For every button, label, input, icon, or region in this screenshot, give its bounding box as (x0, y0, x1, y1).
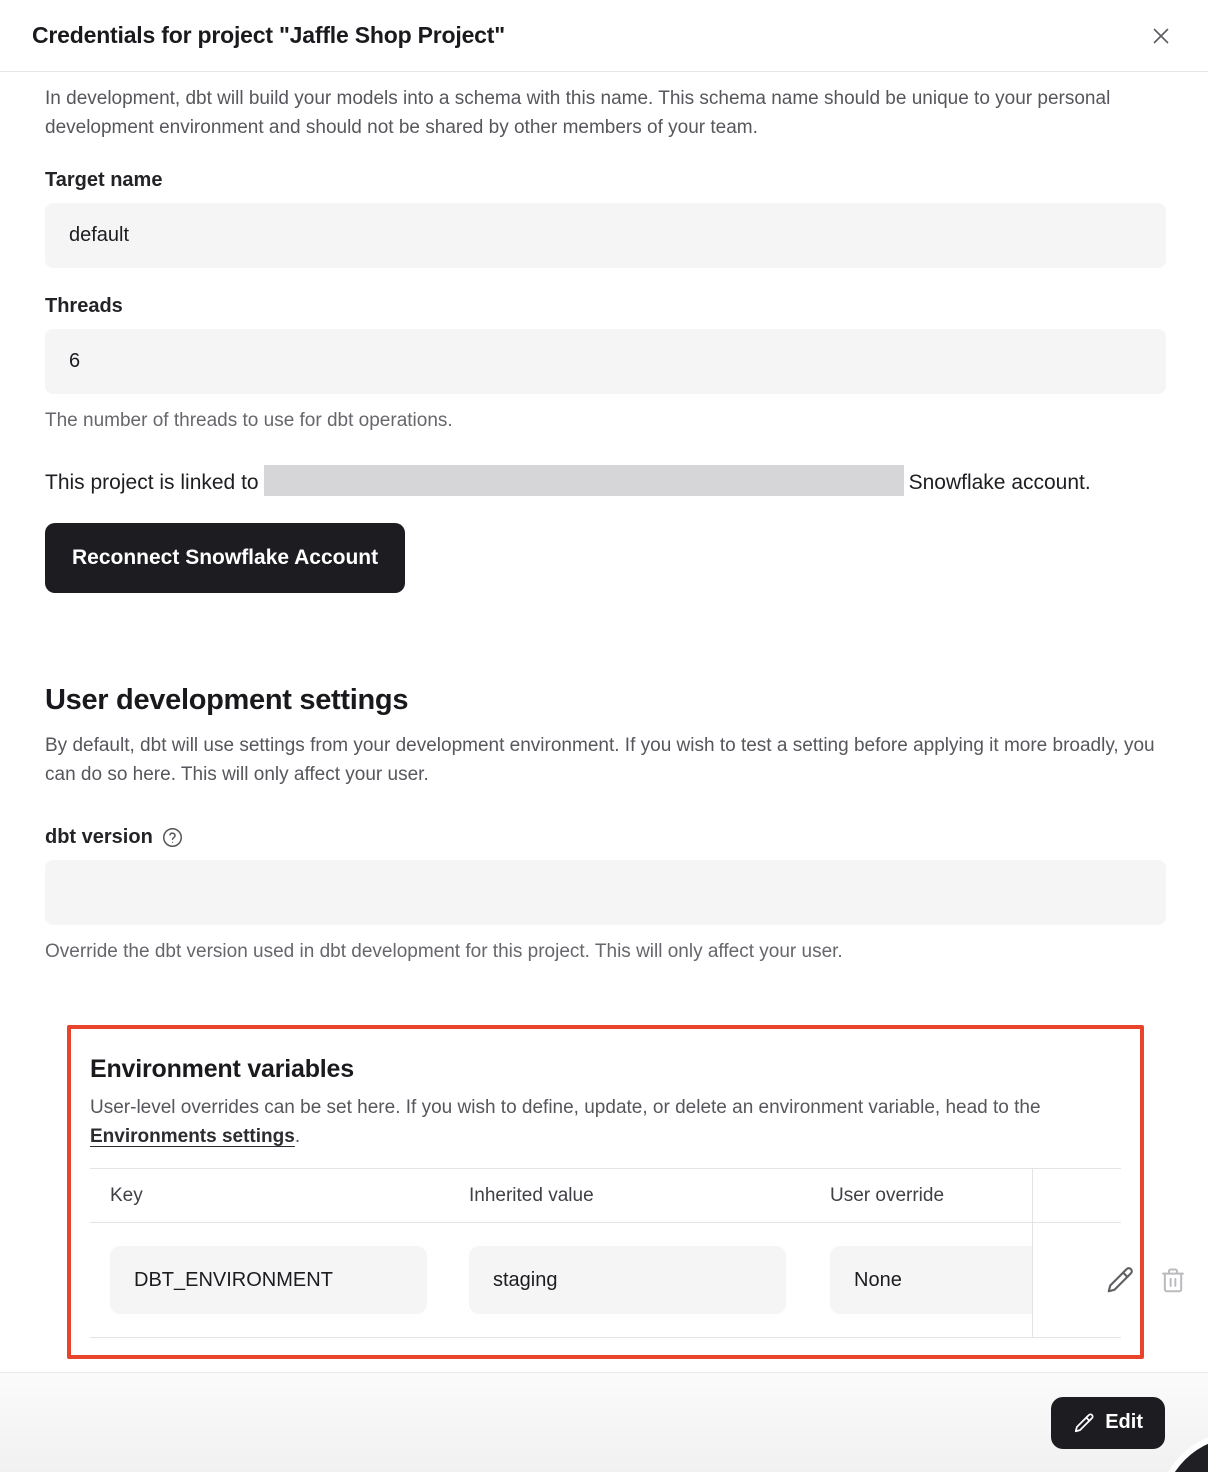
environment-variables-section: Environment variables User-level overrid… (67, 1025, 1144, 1359)
environment-variables-table: Key Inherited value User override DBT_EN… (90, 1168, 1121, 1338)
reconnect-snowflake-button[interactable]: Reconnect Snowflake Account (45, 523, 405, 593)
trash-icon (1159, 1266, 1187, 1294)
table-row: DBT_ENVIRONMENT staging None (90, 1223, 1121, 1338)
help-icon[interactable] (162, 827, 183, 848)
environments-settings-link[interactable]: Environments settings (90, 1126, 295, 1147)
user-dev-settings-heading: User development settings (45, 684, 1166, 717)
env-var-inherited-value: staging (493, 1269, 558, 1292)
env-desc-period: . (295, 1126, 300, 1147)
table-header-row: Key Inherited value User override (90, 1168, 1121, 1223)
modal-footer: Edit (0, 1372, 1208, 1472)
modal-header: Credentials for project "Jaffle Shop Pro… (0, 0, 1208, 72)
linked-account-text-after: Snowflake account. (909, 471, 1091, 494)
modal-title: Credentials for project "Jaffle Shop Pro… (32, 22, 505, 49)
environment-variables-description: User-level overrides can be set here. If… (90, 1093, 1121, 1151)
env-var-inherited-field[interactable]: staging (469, 1246, 786, 1314)
dbt-version-input[interactable] (45, 860, 1166, 925)
dbt-version-help-text: Override the dbt version used in dbt dev… (45, 940, 1166, 963)
column-header-actions (1032, 1169, 1121, 1222)
threads-help-text: The number of threads to use for dbt ope… (45, 409, 1166, 432)
threads-value: 6 (69, 350, 80, 373)
modal-body: In development, dbt will build your mode… (0, 72, 1208, 1359)
close-button[interactable] (1144, 19, 1178, 53)
close-icon (1148, 23, 1174, 49)
env-var-key-value: DBT_ENVIRONMENT (134, 1269, 333, 1292)
env-desc-text: User-level overrides can be set here. If… (90, 1097, 1041, 1118)
target-name-input[interactable]: default (45, 203, 1166, 268)
target-name-label: Target name (45, 169, 1166, 192)
column-header-user-override: User override (810, 1185, 1032, 1207)
redacted-account-name (264, 465, 904, 496)
delete-row-button[interactable] (1159, 1266, 1187, 1294)
linked-account-text-before: This project is linked to (45, 471, 259, 494)
threads-label: Threads (45, 295, 1166, 318)
column-header-inherited-value: Inherited value (449, 1185, 810, 1207)
edit-pencil-icon (1073, 1412, 1095, 1434)
env-var-override-field[interactable]: None (830, 1246, 1032, 1314)
target-name-value: default (69, 224, 129, 247)
schema-description: In development, dbt will build your mode… (45, 84, 1166, 142)
threads-input[interactable]: 6 (45, 329, 1166, 394)
edit-button-label: Edit (1105, 1411, 1143, 1434)
dbt-version-label: dbt version (45, 826, 153, 849)
pencil-icon (1105, 1265, 1135, 1295)
env-var-key-field[interactable]: DBT_ENVIRONMENT (110, 1246, 427, 1314)
column-header-key: Key (90, 1185, 449, 1207)
edit-button[interactable]: Edit (1051, 1397, 1165, 1449)
environment-variables-heading: Environment variables (90, 1055, 1121, 1084)
edit-row-button[interactable] (1105, 1265, 1135, 1295)
linked-account-text: This project is linked to Snowflake accou… (45, 465, 1105, 501)
user-dev-settings-description: By default, dbt will use settings from y… (45, 731, 1166, 789)
env-var-override-value: None (854, 1269, 902, 1292)
reconnect-snowflake-label: Reconnect Snowflake Account (72, 546, 378, 570)
